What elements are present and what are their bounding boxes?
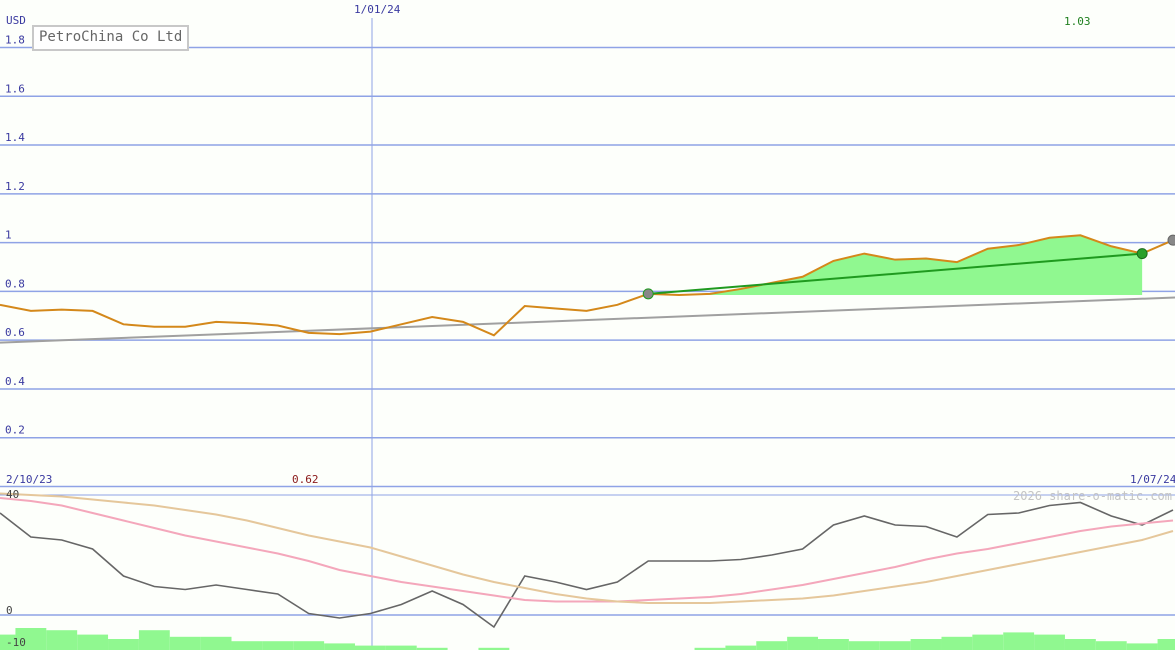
end-marker (1136, 248, 1148, 260)
volume-bar (818, 639, 849, 650)
y-tick-label: 0.2 (5, 424, 25, 437)
y-tick-label: 0.8 (5, 277, 25, 290)
highlight-area (648, 235, 1143, 296)
chart-title: PetroChina Co Ltd (32, 25, 190, 51)
y-tick-label: 1.2 (5, 180, 25, 193)
volume-bar (1095, 641, 1127, 650)
highlight-fill (648, 235, 1143, 296)
volume-bar (1034, 634, 1065, 650)
volume-bar (725, 645, 757, 650)
low-value-label: 0.62 (292, 473, 319, 486)
volume-bar (385, 645, 417, 650)
volume-bar (200, 636, 232, 650)
volume-bar (848, 641, 880, 650)
y-tick-label: 1 (5, 229, 12, 242)
high-value-label: 1.03 (1064, 15, 1091, 28)
volume-bar (262, 641, 294, 650)
oscillator-grid (0, 494, 1175, 616)
volume-bar (138, 630, 170, 650)
trend-line (0, 296, 1175, 344)
grid-lines (0, 18, 1175, 650)
mid-date-label: 1/01/24 (354, 3, 401, 16)
y-tick-label: 0.6 (5, 326, 25, 339)
y-tick-label: 1.8 (5, 34, 25, 47)
volume-bars (0, 628, 1175, 650)
volume-bar (46, 630, 78, 650)
oscillator-series-0 (0, 501, 1174, 629)
volume-bar (354, 645, 386, 650)
osc-tick-label: -10 (6, 636, 26, 649)
volume-bar (169, 636, 201, 650)
volume-bar (910, 639, 942, 650)
osc-tick-label: 0 (6, 604, 13, 617)
volume-bar (293, 641, 325, 650)
volume-bar (324, 643, 355, 650)
watermark: 2026 share-o-matic.com (1013, 489, 1172, 503)
osc-tick-label: 40 (6, 488, 19, 501)
chart: 1.8 1.6 1.4 1.2 1 0.8 0.6 0.4 0.2 40 0 -10 USD 1/01… (0, 0, 1175, 650)
volume-bar (879, 641, 911, 650)
volume-bar (1157, 639, 1175, 650)
last-marker (1167, 234, 1175, 246)
volume-bar (787, 636, 819, 650)
volume-bar (77, 634, 109, 650)
y-tick-label: 1.4 (5, 131, 25, 144)
volume-bar (1126, 643, 1158, 650)
volume-bar (1064, 639, 1096, 650)
volume-bar (756, 641, 788, 650)
currency-label: USD (6, 14, 26, 27)
volume-bar (972, 634, 1004, 650)
volume-bar (108, 639, 139, 650)
oscillator-lines (0, 492, 1174, 629)
start-marker (642, 288, 654, 300)
volume-bar (1003, 632, 1035, 650)
start-date-label: 2/10/23 (6, 473, 52, 486)
volume-bar (231, 641, 263, 650)
oscillator-series-2 (0, 492, 1174, 604)
volume-bar (941, 636, 973, 650)
y-tick-label: 1.6 (5, 82, 25, 95)
end-date-label: 1/07/24 (1130, 473, 1175, 486)
trend-line-series (0, 296, 1175, 344)
chart-svg: 1.8 1.6 1.4 1.2 1 0.8 0.6 0.4 0.2 40 0 -10 USD 1/01… (0, 3, 1175, 650)
y-tick-label: 0.4 (5, 375, 25, 388)
